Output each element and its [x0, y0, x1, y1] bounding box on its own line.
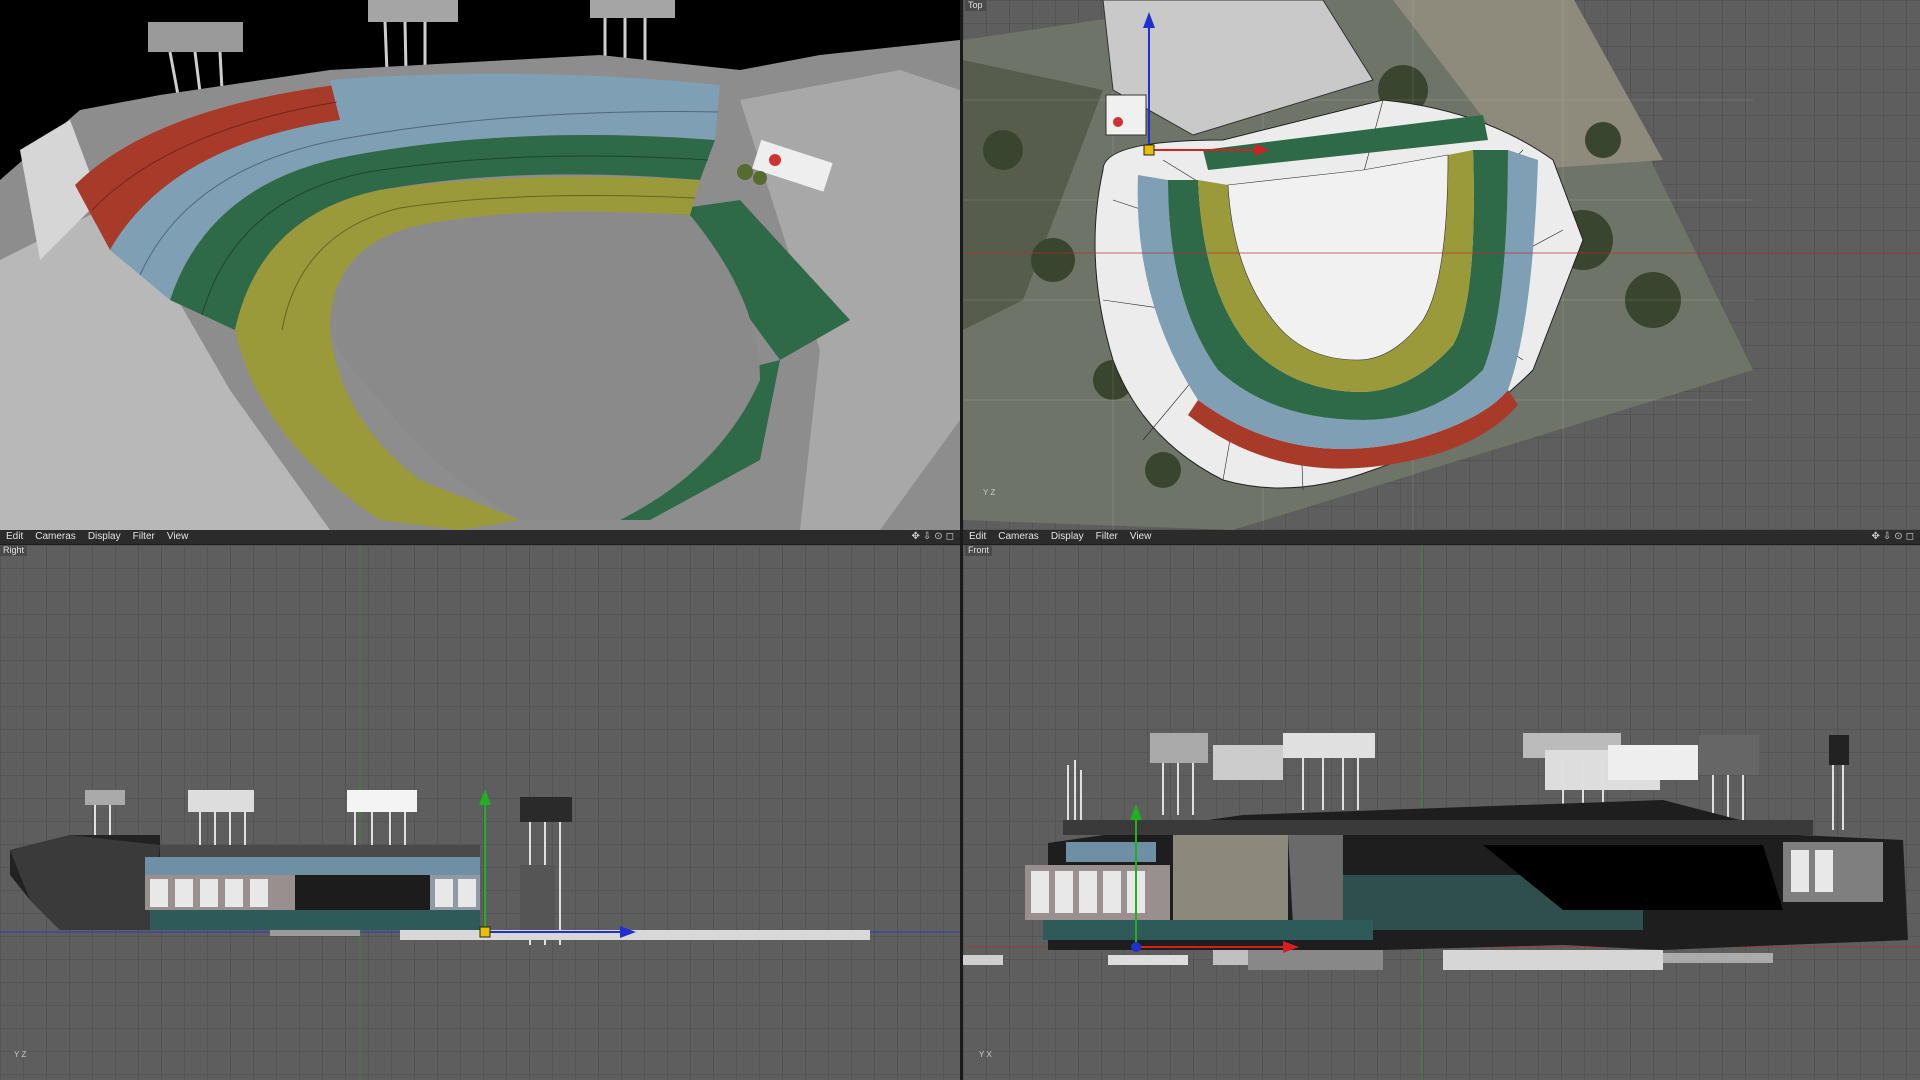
front-stadium-render	[963, 545, 1920, 1080]
axis-gizmo-front: Y X	[979, 1050, 992, 1059]
menu-view[interactable]: View	[1124, 530, 1158, 544]
top-stadium-render	[963, 0, 1920, 530]
menu-display[interactable]: Display	[1045, 530, 1090, 544]
down-arrow-icon[interactable]: ⇩	[923, 530, 931, 544]
zoom-icon[interactable]: ⊙	[934, 530, 942, 544]
perspective-viewport[interactable]	[0, 0, 960, 530]
menu-cameras[interactable]: Cameras	[992, 530, 1045, 544]
move-icon[interactable]: ✥	[1872, 530, 1880, 544]
perspective-stadium-render	[0, 0, 960, 530]
menu-edit[interactable]: Edit	[963, 530, 992, 544]
maximize-icon[interactable]: ◻	[946, 530, 954, 544]
down-arrow-icon[interactable]: ⇩	[1883, 530, 1891, 544]
right-viewport[interactable]: Right Y Z	[0, 545, 960, 1080]
menu-filter[interactable]: Filter	[1090, 530, 1124, 544]
menu-edit[interactable]: Edit	[0, 530, 29, 544]
axis-gizmo-right: Y Z	[14, 1050, 27, 1059]
axis-gizmo-top: Y Z	[983, 488, 996, 497]
menubar-right-viewport: Edit Cameras Display Filter View ✥ ⇩ ⊙ ◻	[0, 530, 960, 545]
menu-filter[interactable]: Filter	[127, 530, 161, 544]
menubar-front-viewport: Edit Cameras Display Filter View ✥ ⇩ ⊙ ◻	[963, 530, 1920, 545]
maximize-icon[interactable]: ◻	[1906, 530, 1914, 544]
zoom-icon[interactable]: ⊙	[1894, 530, 1902, 544]
right-stadium-render	[0, 545, 960, 1080]
menu-view[interactable]: View	[161, 530, 195, 544]
move-icon[interactable]: ✥	[912, 530, 920, 544]
menu-cameras[interactable]: Cameras	[29, 530, 82, 544]
menu-display[interactable]: Display	[82, 530, 127, 544]
front-viewport[interactable]: Front Y X	[963, 545, 1920, 1080]
top-viewport[interactable]: Top Y Z	[963, 0, 1920, 530]
